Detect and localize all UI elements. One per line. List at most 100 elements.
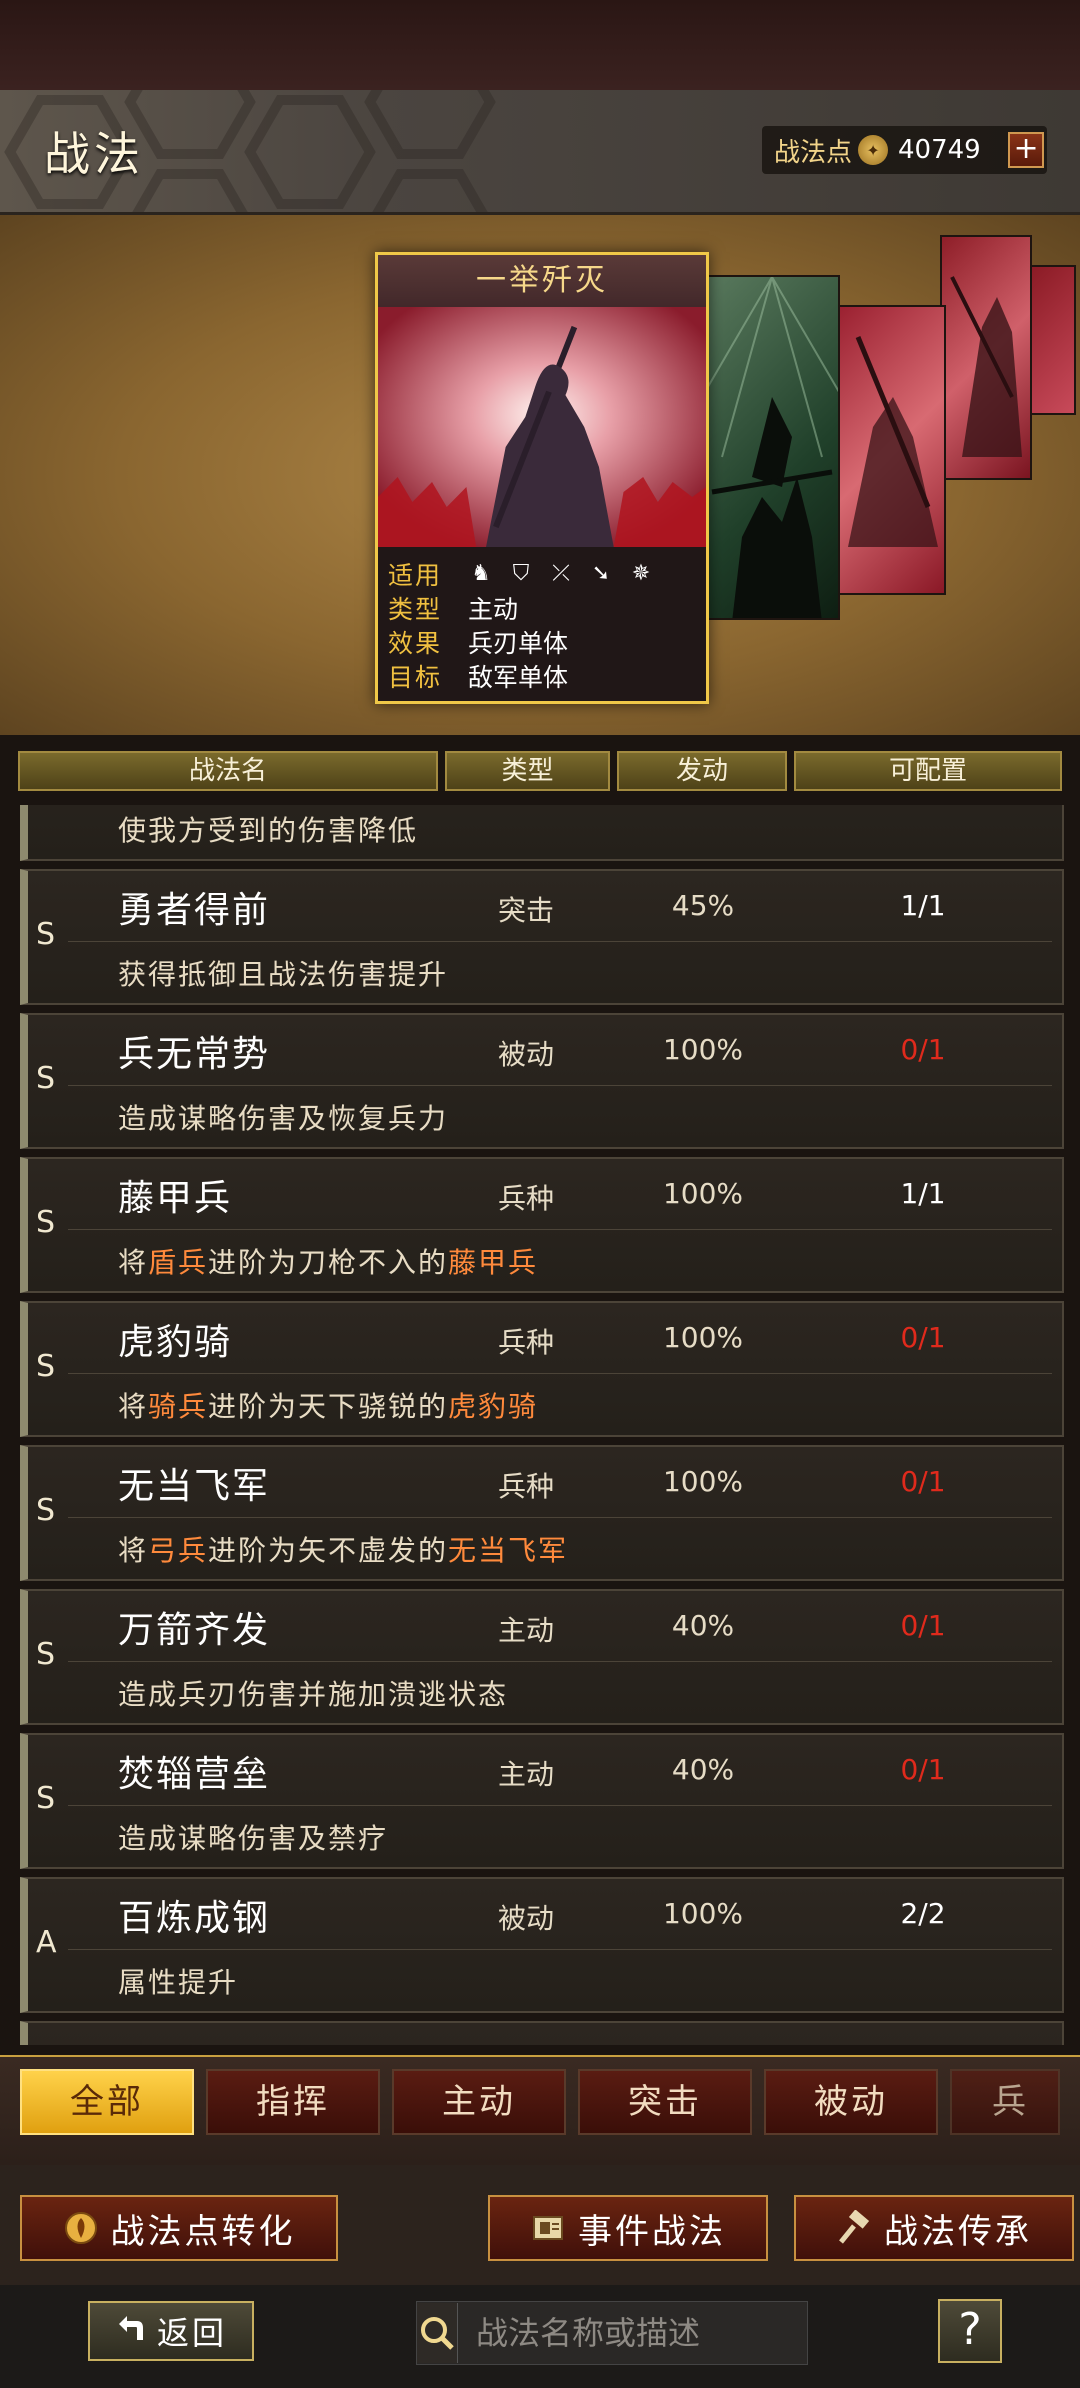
action-bar: 战法点转化 事件战法 战法传承	[0, 2165, 1080, 2285]
shield-icon: ⛉	[512, 561, 530, 586]
tactic-name: 虎豹骑	[118, 1322, 233, 1363]
filter-tabs: 全部 指挥 主动 突击 被动 兵种	[0, 2055, 1080, 2165]
list-item[interactable]: S 虎豹骑 兵种 100% 0/1 将骑兵进阶为天下骁锐的虎豹骑	[20, 1301, 1064, 1437]
featured-tactic-card[interactable]: 一举歼灭 适用 ♞ ⛉ ⤫ ➘ ✵ 类型 主动 效果 兵刃单体 目标 敌军单体	[375, 252, 709, 704]
row-divider	[68, 1949, 1052, 1950]
scroll-icon	[530, 2210, 566, 2246]
convert-points-button[interactable]: 战法点转化	[20, 2195, 338, 2261]
tactic-card-thumb[interactable]	[940, 235, 1032, 480]
unit-type-icons: ♞ ⛉ ⤫ ➘ ✵	[468, 561, 654, 587]
info-row-target: 目标 敌军单体	[388, 659, 706, 693]
tactic-desc: 使我方受到的伤害降低	[118, 814, 419, 847]
back-button[interactable]: 返回	[88, 2301, 254, 2361]
tactic-config: 1/1	[900, 1177, 946, 1210]
row-divider	[68, 1805, 1052, 1806]
column-header-name[interactable]: 战法名	[18, 751, 438, 791]
tactic-config: 2/2	[900, 1897, 946, 1930]
tactic-list[interactable]: 使我方受到的伤害降低 S 勇者得前 突击 45% 1/1 获得抵御且战法伤害提升…	[20, 805, 1064, 2045]
info-value: 敌军单体	[468, 663, 569, 692]
tactic-grade: S	[36, 1061, 56, 1096]
event-tactics-button[interactable]: 事件战法	[488, 2195, 768, 2261]
header-bar: 战法 战法点 ✦ 40749 +	[0, 90, 1080, 215]
list-item[interactable]: S 藤甲兵 兵种 100% 1/1 将盾兵进阶为刀枪不入的藤甲兵	[20, 1157, 1064, 1293]
tactic-name: 百炼成钢	[118, 1898, 271, 1939]
tactic-showcase: 一举歼灭 适用 ♞ ⛉ ⤫ ➘ ✵ 类型 主动 效果 兵刃单体 目标 敌军单体	[0, 215, 1080, 735]
tactic-desc: 造成谋略伤害及禁疗	[118, 1822, 389, 1855]
column-header-rate[interactable]: 发动	[617, 751, 787, 791]
tactic-rate: 100%	[662, 1897, 744, 1930]
list-item[interactable]: A 百炼成钢 被动 100% 2/2 属性提升	[20, 1877, 1064, 2013]
tactic-desc: 获得抵御且战法伤害提升	[118, 958, 449, 991]
list-item[interactable]: S 勇者得前 突击 45% 1/1 获得抵御且战法伤害提升	[20, 869, 1064, 1005]
tactic-type: 被动	[498, 1902, 555, 1935]
status-bar	[0, 0, 1080, 90]
tactic-type: 兵种	[498, 1326, 555, 1359]
tab-troop[interactable]: 兵种	[950, 2069, 1060, 2135]
tactic-grade: S	[36, 1349, 56, 1384]
info-row-applicable: 适用 ♞ ⛉ ⤫ ➘ ✵	[388, 557, 706, 591]
row-divider	[68, 1661, 1052, 1662]
tactic-card-thumb[interactable]	[836, 305, 946, 595]
search-input[interactable]	[458, 2303, 875, 2363]
list-item[interactable]: S 兵无常势 被动 100% 0/1 造成谋略伤害及恢复兵力	[20, 1013, 1064, 1149]
points-label: 战法点	[774, 137, 853, 168]
tab-active[interactable]: 主动	[392, 2069, 566, 2135]
inherit-tactics-button[interactable]: 战法传承	[794, 2195, 1074, 2261]
featured-tactic-name: 一举歼灭	[378, 255, 706, 307]
tactic-config: 0/1	[900, 1321, 946, 1354]
list-item[interactable]: 使我方受到的伤害降低	[20, 805, 1064, 861]
tactic-config: 0/1	[900, 1609, 946, 1642]
tactic-name: 勇者得前	[118, 890, 271, 931]
row-divider	[68, 1517, 1052, 1518]
spear-icon: ➘	[591, 561, 611, 586]
tactic-name: 焚辎营垒	[118, 1754, 271, 1795]
tactic-rate: 100%	[662, 1033, 744, 1066]
card-art-silhouette	[702, 277, 838, 618]
convert-label: 战法点转化	[110, 2211, 296, 2252]
tactic-name: 万箭齐发	[118, 1610, 271, 1651]
event-label: 事件战法	[578, 2211, 726, 2252]
tab-passive[interactable]: 被动	[764, 2069, 938, 2135]
list-item[interactable]: S 万箭齐发 主动 40% 0/1 造成兵刃伤害并施加溃逃状态	[20, 1589, 1064, 1725]
tactic-grade: A	[36, 1925, 57, 1960]
tactic-desc: 将盾兵进阶为刀枪不入的藤甲兵	[118, 1241, 538, 1281]
hammer-icon	[836, 2210, 872, 2246]
tab-all[interactable]: 全部	[20, 2069, 194, 2135]
desc-text: 将	[118, 1246, 149, 1279]
search-icon[interactable]	[417, 2303, 458, 2363]
info-key: 适用	[388, 561, 443, 590]
inherit-label: 战法传承	[884, 2211, 1032, 2252]
search-bar[interactable]	[416, 2301, 875, 2365]
tactic-desc: 将弓兵进阶为矢不虚发的无当飞军	[118, 1529, 568, 1569]
column-header-type[interactable]: 类型	[445, 751, 610, 791]
tab-command[interactable]: 指挥	[206, 2069, 380, 2135]
tactic-card-thumb[interactable]	[1026, 265, 1076, 415]
tactic-type: 主动	[498, 1614, 555, 1647]
column-header-config[interactable]: 可配置	[794, 751, 1062, 791]
tactic-type: 兵种	[498, 1470, 555, 1503]
row-divider	[68, 941, 1052, 942]
list-item[interactable]: S 无当飞军 兵种 100% 0/1 将弓兵进阶为矢不虚发的无当飞军	[20, 1445, 1064, 1581]
desc-highlight: 盾兵	[148, 1246, 209, 1279]
tactic-desc: 属性提升	[118, 1966, 239, 1999]
row-divider	[68, 1085, 1052, 1086]
list-item[interactable]	[20, 2021, 1064, 2045]
list-item[interactable]: S 焚辎营垒 主动 40% 0/1 造成谋略伤害及禁疗	[20, 1733, 1064, 1869]
desc-text: 将	[118, 1534, 149, 1567]
help-button[interactable]: ?	[938, 2299, 1002, 2363]
tactic-rate: 40%	[671, 1753, 735, 1786]
tab-assault[interactable]: 突击	[578, 2069, 752, 2135]
cavalry-icon: ♞	[471, 561, 491, 586]
tactic-rate: 100%	[662, 1465, 744, 1498]
tactic-type: 兵种	[498, 1182, 555, 1215]
points-value: 40749	[898, 135, 981, 165]
add-points-button[interactable]: +	[1008, 132, 1045, 168]
bow-icon: ⤫	[552, 561, 570, 586]
card-art-silhouette	[950, 276, 1022, 457]
featured-card-art	[378, 307, 706, 547]
tactic-grade: S	[36, 1493, 56, 1528]
tactic-card-thumb[interactable]	[700, 275, 840, 620]
tactic-rate: 100%	[662, 1177, 744, 1210]
info-row-type: 类型 主动	[388, 591, 706, 625]
wheel-icon: ✵	[631, 561, 651, 586]
